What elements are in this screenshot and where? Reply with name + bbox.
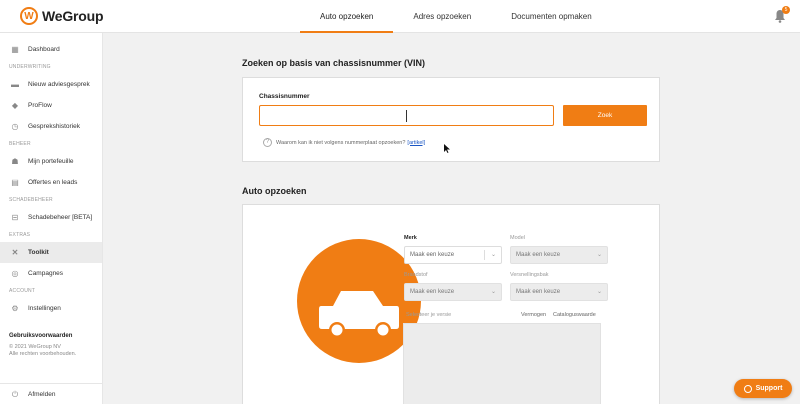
- sidebar-footer: Gebruiksvoorwaarden © 2021 WeGroup NV Al…: [9, 333, 99, 358]
- sidebar-item-label: Instellingen: [28, 305, 61, 312]
- sidebar-item-label: Nieuw adviesgesprek: [28, 81, 90, 88]
- power-icon: ⏻: [11, 389, 19, 399]
- sidebar-item-label: Afmelden: [28, 391, 56, 398]
- logout-area: ⏻ Afmelden: [0, 383, 103, 404]
- artikel-link[interactable]: [artikel]: [407, 140, 425, 146]
- sidebar-section-underwriting: UNDERWRITING: [9, 64, 51, 70]
- tab-adres-opzoeken[interactable]: Adres opzoeken: [393, 0, 491, 33]
- users-icon: ☗: [11, 157, 19, 166]
- auto-section-title: Auto opzoeken: [242, 186, 307, 196]
- sidebar-section-beheer: BEHEER: [9, 141, 31, 147]
- top-bar: W WeGroup Auto opzoeken Adres opzoeken D…: [0, 0, 800, 33]
- sidebar-item-gesprekshistoriek[interactable]: ◷ Gesprekshistoriek: [0, 116, 102, 137]
- zoek-button[interactable]: Zoek: [563, 105, 647, 126]
- vin-section-title: Zoeken op basis van chassisnummer (VIN): [242, 58, 426, 68]
- chevron-down-icon: ⌄: [490, 289, 496, 295]
- globe-icon: ◎: [11, 269, 19, 278]
- sidebar-item-nieuw-adviesgesprek[interactable]: ▬ Nieuw adviesgesprek: [0, 74, 102, 95]
- sidebar-section-extras: EXTRAS: [9, 232, 31, 238]
- versnellingsbak-select[interactable]: Maak een keuze ⌄: [510, 283, 608, 301]
- sidebar-item-afmelden[interactable]: ⏻ Afmelden: [0, 384, 103, 404]
- wegroup-logo-icon: W: [20, 7, 38, 25]
- versnellingsbak-value: Maak een keuze: [516, 289, 561, 295]
- logo[interactable]: W WeGroup: [20, 7, 104, 25]
- support-button[interactable]: Support: [734, 379, 792, 398]
- versions-list[interactable]: [403, 323, 601, 404]
- sidebar-item-instellingen[interactable]: ⚙ Instellingen: [0, 298, 102, 319]
- chat-icon: ▬: [11, 80, 19, 89]
- sidebar-item-label: Offertes en leads: [28, 179, 78, 186]
- question-icon: ?: [263, 138, 272, 147]
- notification-badge: 5: [782, 6, 790, 14]
- copyright-text: © 2021 WeGroup NV: [9, 344, 61, 350]
- sidebar: ▦ Dashboard UNDERWRITING ▬ Nieuw adviesg…: [0, 33, 103, 404]
- sidebar-item-label: Gesprekshistoriek: [28, 123, 81, 130]
- chevron-down-icon: ⌄: [490, 252, 496, 258]
- vermogen-label: Vermogen: [521, 312, 547, 318]
- auto-card: Merk Maak een keuze ⌄ Model Maak een keu…: [242, 204, 660, 404]
- chassisnummer-label: Chassisnummer: [259, 93, 310, 100]
- dashboard-icon: ▦: [11, 45, 19, 54]
- sidebar-item-label: ProFlow: [28, 102, 52, 109]
- support-label: Support: [755, 385, 783, 392]
- rights-text: Alle rechten voorbehouden.: [9, 351, 77, 357]
- main-tabs: Auto opzoeken Adres opzoeken Documenten …: [300, 0, 612, 33]
- merk-value: Maak een keuze: [410, 252, 455, 258]
- sidebar-item-toolkit[interactable]: ✕ Toolkit: [0, 242, 102, 263]
- sidebar-item-schadebeheer[interactable]: ⊟ Schadebeheer [BETA]: [0, 207, 102, 228]
- sidebar-item-label: Schadebeheer [BETA]: [28, 214, 93, 221]
- tab-auto-opzoeken[interactable]: Auto opzoeken: [300, 0, 394, 33]
- brandstof-value: Maak een keuze: [410, 289, 455, 295]
- tools-icon: ✕: [11, 248, 19, 257]
- brandstof-select[interactable]: Maak een keuze ⌄: [404, 283, 502, 301]
- mouse-cursor-icon: [444, 144, 450, 153]
- logo-text: WeGroup: [42, 8, 104, 24]
- car-damage-icon: ⊟: [11, 213, 19, 222]
- vin-help: ? Waarom kan ik niet volgens nummerplaat…: [263, 138, 425, 147]
- sidebar-item-campagnes[interactable]: ◎ Campagnes: [0, 263, 102, 284]
- sidebar-section-account: ACCOUNT: [9, 288, 36, 294]
- versie-label: Selecteer je versie: [406, 312, 452, 318]
- sidebar-item-label: Toolkit: [28, 249, 49, 256]
- merk-select[interactable]: Maak een keuze ⌄: [404, 246, 502, 264]
- text-caret: [406, 110, 407, 122]
- sidebar-section-schadebeheer: SCHADEBEHEER: [9, 197, 53, 203]
- merk-label: Merk: [404, 235, 417, 241]
- sidebar-item-label: Campagnes: [28, 270, 64, 277]
- versnellingsbak-label: Versnellingsbak: [510, 272, 549, 278]
- car-icon: ◆: [11, 101, 19, 110]
- chevron-down-icon: ⌄: [596, 252, 602, 258]
- document-icon: ▤: [11, 178, 19, 187]
- sidebar-item-label: Dashboard: [28, 46, 60, 53]
- vin-card: Chassisnummer Zoek ? Waarom kan ik niet …: [242, 77, 660, 162]
- sidebar-item-label: Mijn portefeuille: [28, 158, 74, 165]
- model-select[interactable]: Maak een keuze ⌄: [510, 246, 608, 264]
- sidebar-item-mijn-portefeuille[interactable]: ☗ Mijn portefeuille: [0, 151, 102, 172]
- model-value: Maak een keuze: [516, 252, 561, 258]
- tab-documenten-opmaken[interactable]: Documenten opmaken: [491, 0, 612, 33]
- brandstof-label: Brandstof: [404, 272, 428, 278]
- select-separator: [484, 250, 485, 260]
- model-label: Model: [510, 235, 525, 241]
- settings-icon: ⚙: [11, 304, 19, 313]
- sidebar-item-offertes-en-leads[interactable]: ▤ Offertes en leads: [0, 172, 102, 193]
- support-icon: [743, 384, 752, 393]
- sidebar-item-dashboard[interactable]: ▦ Dashboard: [0, 39, 102, 60]
- sidebar-item-proflow[interactable]: ◆ ProFlow: [0, 95, 102, 116]
- chevron-down-icon: ⌄: [596, 289, 602, 295]
- help-text: Waarom kan ik niet volgens nummerplaat o…: [276, 139, 406, 146]
- history-icon: ◷: [11, 122, 19, 131]
- cataloguswaarde-label: Cataloguswaarde: [553, 312, 596, 318]
- terms-link[interactable]: Gebruiksvoorwaarden: [9, 333, 99, 339]
